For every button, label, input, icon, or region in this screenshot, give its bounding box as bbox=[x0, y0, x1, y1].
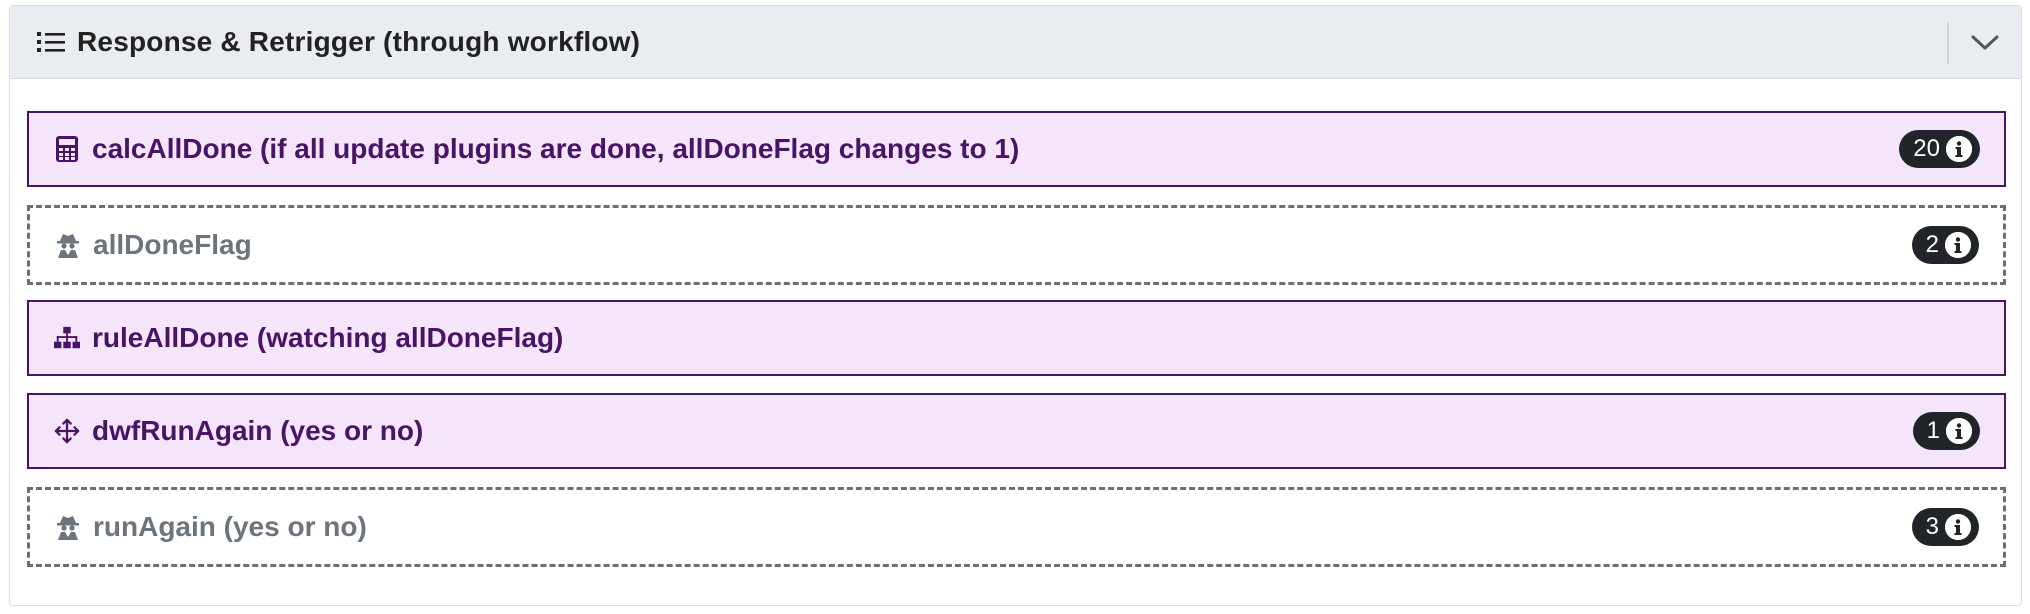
list-item-rulealldone[interactable]: ruleAllDone (watching allDoneFlag) bbox=[27, 300, 2006, 376]
badge-count: 2 bbox=[1925, 231, 1939, 258]
collapse-toggle-button[interactable] bbox=[1967, 26, 2003, 60]
info-icon bbox=[1946, 136, 1972, 162]
count-badge[interactable]: 2 bbox=[1911, 226, 1979, 264]
response-retrigger-panel: Response & Retrigger (through workflow) bbox=[9, 5, 2022, 606]
badge-count: 1 bbox=[1926, 417, 1940, 444]
chevron-down-icon bbox=[1971, 35, 1999, 50]
sitemap-icon bbox=[54, 325, 80, 351]
item-label: dwfRunAgain (yes or no) bbox=[92, 415, 424, 446]
item-label: calcAllDone (if all update plugins are d… bbox=[92, 133, 1020, 164]
panel-title: Response & Retrigger (through workflow) bbox=[77, 26, 641, 57]
item-label: runAgain (yes or no) bbox=[93, 511, 367, 542]
list-item-calcalldone[interactable]: calcAllDone (if all update plugins are d… bbox=[27, 111, 2006, 187]
panel-header[interactable]: Response & Retrigger (through workflow) bbox=[10, 6, 2021, 79]
list-item-dwfrunagain[interactable]: dwfRunAgain (yes or no) 1 bbox=[27, 393, 2006, 469]
info-icon bbox=[1945, 232, 1971, 258]
spy-icon bbox=[55, 232, 81, 258]
badge-count: 20 bbox=[1913, 135, 1940, 162]
spy-icon bbox=[55, 514, 81, 540]
item-label: allDoneFlag bbox=[93, 229, 252, 260]
count-badge[interactable]: 20 bbox=[1899, 130, 1980, 168]
item-label: ruleAllDone (watching allDoneFlag) bbox=[92, 322, 564, 353]
list-icon bbox=[37, 30, 65, 54]
arrows-move-icon bbox=[54, 418, 80, 444]
info-icon bbox=[1946, 418, 1972, 444]
info-icon bbox=[1945, 514, 1971, 540]
badge-count: 3 bbox=[1925, 513, 1939, 540]
header-divider bbox=[1947, 22, 1949, 64]
count-badge[interactable]: 1 bbox=[1912, 412, 1980, 450]
list-item-alldoneflag[interactable]: allDoneFlag 2 bbox=[27, 205, 2006, 285]
list-item-runagain[interactable]: runAgain (yes or no) 3 bbox=[27, 487, 2006, 567]
calculator-icon bbox=[54, 136, 80, 162]
count-badge[interactable]: 3 bbox=[1911, 508, 1979, 546]
